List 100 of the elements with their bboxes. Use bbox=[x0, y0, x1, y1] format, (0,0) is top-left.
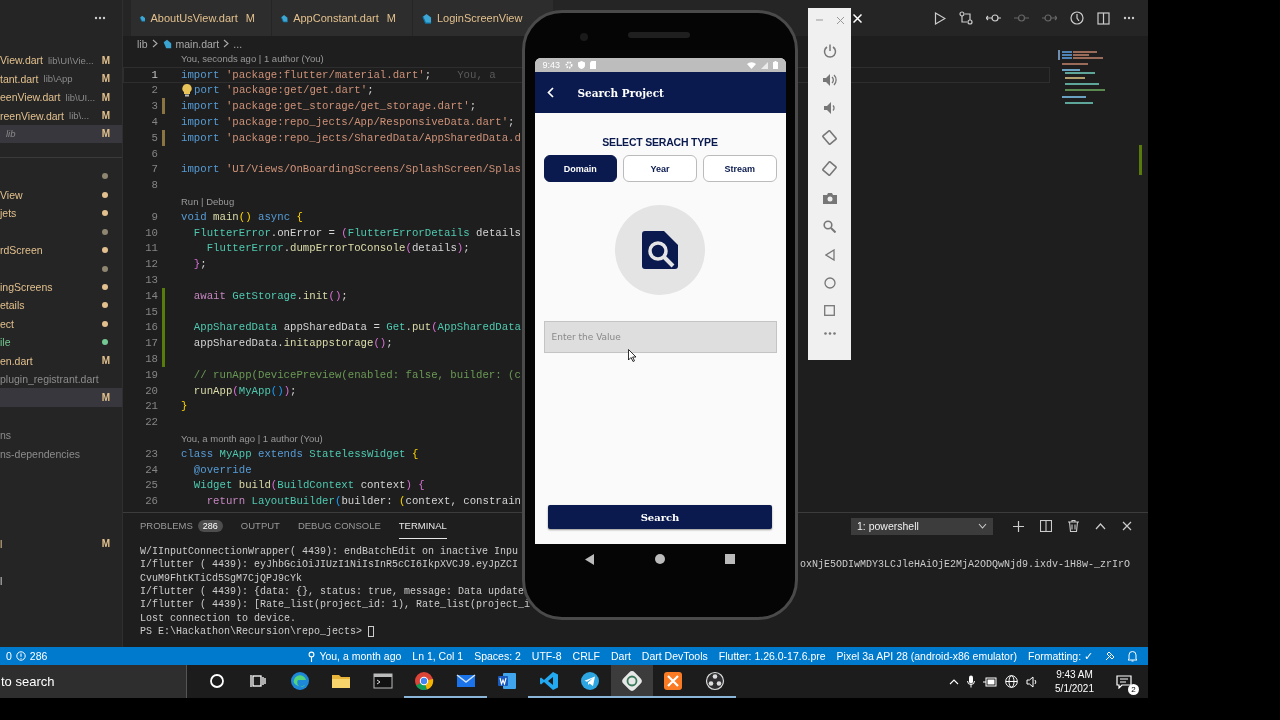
code-lens[interactable]: You, seconds ago | 1 author (You) bbox=[123, 53, 324, 65]
commit-back-icon[interactable] bbox=[986, 13, 1001, 23]
timeline-icon[interactable] bbox=[1070, 11, 1084, 25]
file-name[interactable]: rdScreen bbox=[0, 244, 43, 257]
line-number: 9 bbox=[150, 210, 158, 223]
file-name[interactable]: jets bbox=[0, 207, 17, 220]
panel-tab[interactable]: TERMINAL bbox=[398, 513, 447, 539]
file-name[interactable]: tant.dart bbox=[0, 72, 39, 85]
code-line: }; bbox=[192, 258, 207, 271]
clock-time[interactable]: 9:43 AM bbox=[1056, 667, 1093, 682]
status-item[interactable]: Flutter: 1.26.0-17.6.pre bbox=[718, 650, 826, 662]
power-icon[interactable] bbox=[822, 44, 837, 58]
mouse-pointer-icon bbox=[628, 349, 637, 362]
search-field[interactable]: Enter the Value bbox=[543, 321, 777, 353]
split-editor-icon[interactable] bbox=[1097, 11, 1110, 25]
file-name[interactable]: ns-dependencies bbox=[0, 447, 80, 460]
run-icon[interactable] bbox=[934, 11, 946, 25]
globe-icon[interactable] bbox=[1005, 675, 1019, 688]
line-number: 8 bbox=[150, 179, 158, 192]
code-line: } bbox=[181, 400, 188, 413]
bell-icon[interactable] bbox=[1127, 650, 1138, 662]
editor-tab[interactable]: AppConstant.dart M bbox=[272, 0, 413, 36]
commit-forward-icon[interactable] bbox=[1042, 13, 1057, 23]
file-name[interactable]: View.dart bbox=[0, 54, 43, 67]
taskbar-button[interactable] bbox=[611, 665, 653, 698]
panel-tab[interactable]: DEBUG CONSOLE bbox=[297, 513, 381, 539]
lightbulb-icon[interactable] bbox=[181, 83, 193, 98]
modified-label: M bbox=[101, 355, 110, 367]
file-name[interactable]: ile bbox=[0, 336, 11, 349]
status-item[interactable]: CRLF bbox=[572, 650, 600, 662]
rotate-right-icon[interactable] bbox=[822, 161, 837, 176]
file-name[interactable]: View bbox=[0, 188, 23, 201]
code-line: await GetStorage.init(); bbox=[192, 289, 348, 302]
volume-up-icon[interactable] bbox=[822, 74, 837, 86]
status-item[interactable]: Dart DevTools bbox=[641, 650, 708, 662]
code-line: FlutterError.onError = (FlutterErrorDetails details bbox=[192, 226, 521, 239]
rotate-left-icon[interactable] bbox=[822, 130, 837, 145]
back-icon[interactable] bbox=[585, 553, 595, 565]
selected-row[interactable]: lib M bbox=[0, 124, 122, 144]
selected-row[interactable]: M bbox=[0, 388, 122, 407]
error-count[interactable]: 0 bbox=[6, 650, 12, 662]
status-item[interactable]: Pixel 3a API 28 (android-x86 emulator) bbox=[836, 650, 1017, 662]
battery-icon[interactable] bbox=[983, 676, 998, 687]
split-terminal-icon[interactable] bbox=[1040, 520, 1052, 532]
editor-tab[interactable]: AboutUsView.dart M bbox=[131, 0, 272, 36]
line-number: 22 bbox=[144, 416, 158, 429]
warning-count[interactable]: 286 bbox=[29, 650, 48, 662]
breadcrumb-item[interactable]: lib bbox=[137, 37, 148, 50]
breadcrumb-item[interactable]: main.dart bbox=[175, 37, 220, 50]
volume-down-icon[interactable] bbox=[824, 102, 835, 114]
search-type-button[interactable]: Domain bbox=[543, 155, 618, 182]
plus-icon[interactable] bbox=[1013, 520, 1024, 532]
status-item[interactable]: Spaces: 2 bbox=[474, 650, 521, 662]
microphone-icon[interactable] bbox=[967, 675, 976, 688]
status-item[interactable]: Ln 1, Col 1 bbox=[412, 650, 464, 662]
code-lens[interactable]: You, a month ago | 1 author (You) bbox=[123, 432, 323, 444]
editor-tab[interactable]: LoginScreenView bbox=[413, 0, 554, 36]
status-item[interactable]: Formatting: ✓ bbox=[1027, 650, 1093, 662]
overview-icon[interactable] bbox=[824, 305, 835, 316]
panel-tab[interactable]: PROBLEMS 286 bbox=[140, 513, 223, 539]
compare-changes-icon[interactable] bbox=[959, 11, 973, 25]
file-name[interactable]: eenView.dart bbox=[0, 91, 61, 104]
feedback-icon[interactable] bbox=[1104, 650, 1116, 662]
file-name[interactable]: ingScreens bbox=[0, 281, 53, 294]
file-name[interactable]: etails bbox=[0, 299, 25, 312]
panel-tab[interactable]: OUTPUT bbox=[240, 513, 280, 539]
more-icon[interactable] bbox=[1123, 16, 1135, 20]
file-name[interactable]: ns bbox=[0, 429, 12, 442]
search-button[interactable]: Search bbox=[548, 505, 772, 529]
status-item[interactable]: You, a month ago bbox=[319, 650, 402, 662]
line-number: 25 bbox=[144, 479, 158, 492]
status-item[interactable]: Dart bbox=[611, 650, 631, 662]
terminal-line: W/IInputConnectionWrapper( 4439): endBatchEdit on inactive Inpu bbox=[140, 546, 519, 558]
file-name[interactable]: en.dart bbox=[0, 354, 33, 367]
search-box[interactable]: to search bbox=[0, 665, 187, 698]
home-icon[interactable] bbox=[655, 554, 665, 564]
trash-icon[interactable] bbox=[1068, 520, 1079, 532]
file-name[interactable]: l bbox=[0, 537, 3, 550]
file-name[interactable]: ect bbox=[0, 317, 14, 330]
line-number: 15 bbox=[144, 305, 158, 318]
file-name[interactable]: l bbox=[0, 575, 3, 588]
round-logo-icon bbox=[414, 670, 435, 691]
file-name[interactable]: reenView.dart bbox=[0, 109, 64, 122]
file-name[interactable]: plugin_registrant.dart bbox=[0, 373, 99, 386]
commit-icon[interactable] bbox=[1014, 13, 1029, 23]
terminal-dropdown[interactable]: 1: powershell bbox=[851, 517, 993, 535]
status-item[interactable]: UTF-8 bbox=[531, 650, 562, 662]
close-icon[interactable] bbox=[1122, 521, 1132, 531]
file-type-icon bbox=[421, 12, 432, 24]
more-icon[interactable] bbox=[94, 16, 106, 20]
clock-date[interactable]: 5/1/2021 bbox=[1055, 681, 1094, 696]
search-type-button[interactable]: Stream bbox=[702, 155, 777, 182]
code-lens[interactable]: Run | Debug bbox=[123, 195, 235, 207]
notification-icon[interactable] bbox=[1116, 674, 1132, 689]
search-type-button[interactable]: Year bbox=[623, 155, 697, 182]
camera-icon[interactable] bbox=[822, 192, 837, 204]
breadcrumb-item[interactable]: ... bbox=[233, 37, 243, 50]
document-search-icon bbox=[642, 231, 678, 269]
zoom-icon[interactable] bbox=[823, 220, 836, 233]
chevron-up-icon[interactable] bbox=[1095, 522, 1106, 530]
